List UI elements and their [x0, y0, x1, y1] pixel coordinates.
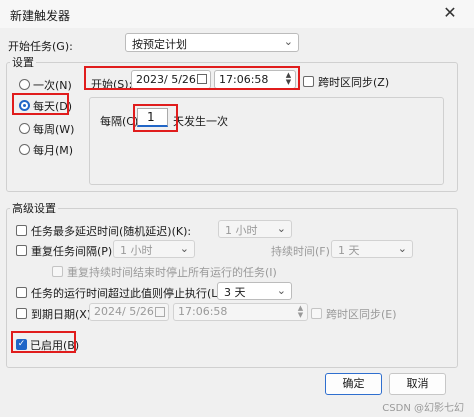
stop-after-select[interactable]: 3 天 ⌄	[217, 282, 292, 300]
time-spin-icon[interactable]: ▲ ▼	[296, 305, 305, 319]
expire-label[interactable]: 到期日期(X):	[31, 306, 95, 322]
repeat-checkbox[interactable]	[16, 245, 27, 256]
expire-checkbox[interactable]	[16, 308, 27, 319]
cancel-button[interactable]: 取消	[389, 373, 446, 395]
title-bar	[0, 0, 474, 28]
stop-after-label[interactable]: 任务的运行时间超过此值则停止执行(L):	[31, 285, 225, 301]
duration-value: 1 天	[338, 244, 360, 257]
delay-select[interactable]: 1 小时 ⌄	[218, 220, 292, 238]
radio-monthly-label[interactable]: 每月(M)	[33, 142, 73, 158]
duration-label: 持续时间(F):	[271, 245, 334, 258]
duration-select[interactable]: 1 天 ⌄	[331, 240, 413, 258]
settings-group-label: 设置	[10, 54, 36, 70]
sync-timezone-checkbox[interactable]	[303, 76, 314, 87]
interval-highlight-box	[133, 104, 178, 132]
delay-label[interactable]: 任务最多延迟时间(随机延迟)(K):	[31, 223, 191, 239]
start-task-label: 开始任务(G):	[8, 40, 73, 53]
chevron-down-icon: ⌄	[397, 242, 407, 255]
expire-time-value: 17:06:58	[178, 305, 228, 318]
calendar-icon[interactable]	[155, 307, 165, 317]
interval-suffix-label: 天发生一次	[173, 115, 228, 128]
advanced-group-label: 高级设置	[10, 200, 58, 216]
radio-once[interactable]	[19, 79, 30, 90]
chevron-down-icon: ⌄	[276, 284, 286, 297]
close-icon[interactable]: ✕	[437, 2, 463, 24]
watermark: CSDN @幻影七幻	[382, 403, 464, 414]
repeat-label[interactable]: 重复任务间隔(P):	[31, 243, 116, 259]
window-title: 新建触发器	[10, 9, 71, 23]
radio-monthly[interactable]	[19, 144, 30, 155]
repeat-interval-value: 1 小时	[120, 244, 153, 257]
chevron-down-icon: ⌄	[179, 242, 189, 255]
stop-on-repeat-end-checkbox[interactable]	[52, 266, 63, 277]
start-highlight-box	[84, 66, 300, 90]
expire-date-value: 2024/ 5/26	[94, 305, 154, 318]
radio-weekly-label[interactable]: 每周(W)	[33, 121, 74, 137]
stop-on-repeat-end-label: 重复持续时间结束时停止所有运行的任务(I)	[67, 266, 277, 279]
expire-sync-checkbox[interactable]	[311, 308, 322, 319]
chevron-down-icon: ⌄	[276, 222, 286, 235]
chevron-down-icon: ⌄	[283, 35, 293, 48]
delay-checkbox[interactable]	[16, 225, 27, 236]
stop-after-value: 3 天	[224, 286, 246, 299]
repeat-interval-select[interactable]: 1 小时 ⌄	[113, 240, 195, 258]
start-task-value: 按预定计划	[132, 38, 187, 51]
expire-time-input[interactable]: 17:06:58 ▲ ▼	[173, 303, 308, 321]
daily-highlight-box	[12, 93, 69, 115]
expire-sync-label: 跨时区同步(E)	[326, 308, 397, 321]
delay-value: 1 小时	[225, 224, 258, 237]
radio-once-label[interactable]: 一次(N)	[33, 77, 72, 93]
ok-button[interactable]: 确定	[325, 373, 382, 395]
start-task-select[interactable]: 按预定计划 ⌄	[125, 33, 299, 52]
stop-after-checkbox[interactable]	[16, 287, 27, 298]
enabled-highlight-box	[11, 331, 76, 353]
expire-date-picker[interactable]: 2024/ 5/26	[89, 303, 169, 321]
sync-timezone-label[interactable]: 跨时区同步(Z)	[318, 74, 389, 90]
radio-weekly[interactable]	[19, 123, 30, 134]
